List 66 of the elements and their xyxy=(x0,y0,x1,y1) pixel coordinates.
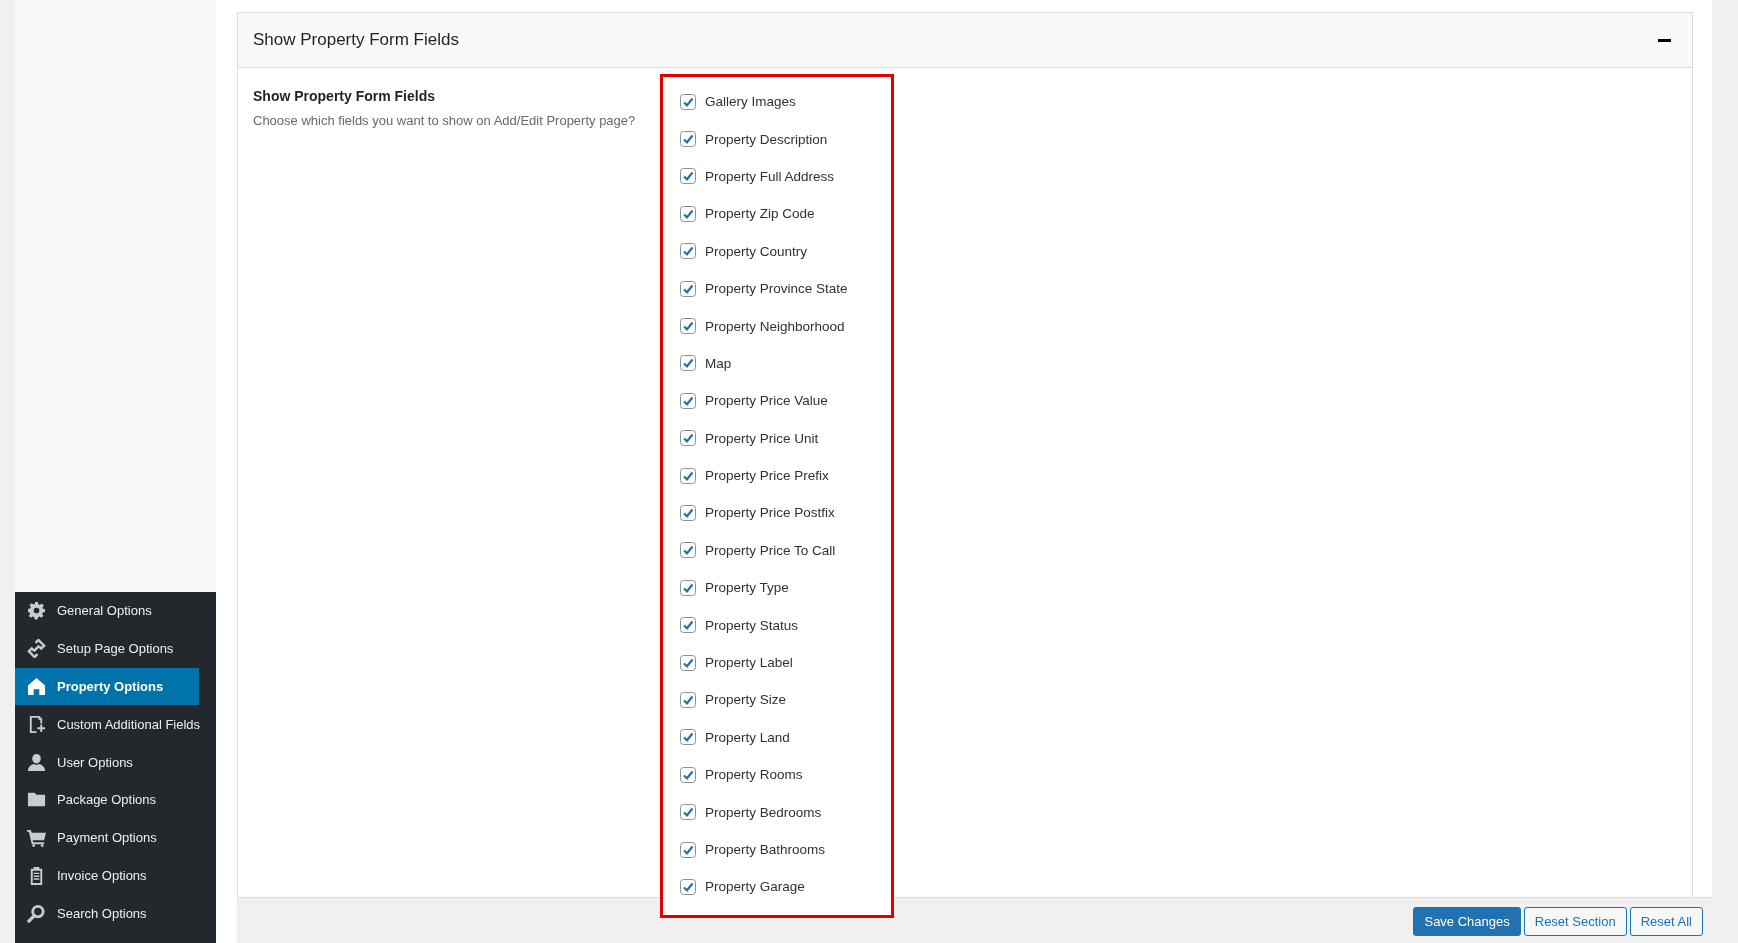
checkbox[interactable] xyxy=(680,168,696,185)
checkbox-label: Property Size xyxy=(705,692,787,708)
checkbox-label: Property Description xyxy=(705,131,828,147)
reset-button[interactable]: Reset Section xyxy=(1523,907,1627,936)
checkbox[interactable] xyxy=(680,430,696,447)
checkbox[interactable] xyxy=(680,467,696,484)
reset-button[interactable]: Reset All xyxy=(1629,907,1703,936)
checkbox-label: Property Status xyxy=(705,617,799,633)
sidebar-item[interactable]: Search Options xyxy=(15,894,199,933)
checkbox[interactable] xyxy=(680,766,696,783)
search-icon xyxy=(27,903,46,923)
checkbox-label: Property Bathrooms xyxy=(705,842,826,857)
link-icon xyxy=(27,639,46,659)
sidebar-item[interactable]: Payment Options xyxy=(15,818,199,857)
checkbox[interactable] xyxy=(680,804,696,821)
checkbox[interactable] xyxy=(680,205,696,222)
checkbox-label: Property Price To Call xyxy=(705,542,836,558)
checkbox[interactable] xyxy=(680,542,696,559)
checkbox-label: Property Bedrooms xyxy=(705,804,822,820)
checkbox-label: Property Neighborhood xyxy=(705,318,845,334)
checkbox-label: Gallery Images xyxy=(705,94,796,110)
sidebar-item[interactable]: General Options xyxy=(15,592,199,630)
checkbox[interactable] xyxy=(680,579,696,596)
checkbox-label: Property Price Unit xyxy=(705,430,819,446)
sidebar-item[interactable]: Property Options xyxy=(15,667,199,706)
checkbox[interactable] xyxy=(680,280,696,297)
checkbox[interactable] xyxy=(680,841,696,858)
checkbox-label: Property Type xyxy=(705,580,789,596)
panel-title: Show Property Form Fields xyxy=(253,30,459,50)
checkbox[interactable] xyxy=(680,243,696,260)
checkbox[interactable] xyxy=(680,691,696,708)
checkbox-label: Property Zip Code xyxy=(705,206,815,222)
checkbox-label: Property Garage xyxy=(705,879,805,895)
checkbox[interactable] xyxy=(680,392,696,409)
checkbox[interactable] xyxy=(680,355,696,372)
gear-icon xyxy=(27,601,46,621)
sidebar-item[interactable]: Custom Additional Fields xyxy=(15,705,205,744)
checkbox-label: Property Price Prefix xyxy=(705,468,829,484)
sidebar-item[interactable]: User Options xyxy=(15,743,199,781)
user-icon xyxy=(27,752,46,772)
cart-icon xyxy=(27,828,46,848)
add-page-icon xyxy=(27,714,46,734)
checkbox[interactable] xyxy=(680,878,696,895)
checkbox-label: Property Rooms xyxy=(705,767,803,783)
sidebar-item[interactable]: Package Options xyxy=(15,781,199,819)
checkbox-label: Property Land xyxy=(705,729,790,745)
checkbox-label: Property Country xyxy=(705,243,808,259)
checkbox[interactable] xyxy=(680,654,696,671)
checkbox-label: Property Label xyxy=(705,655,793,671)
sidebar-item[interactable]: Invoice Options xyxy=(15,856,199,895)
home-icon xyxy=(27,677,46,696)
checkbox-label: Property Full Address xyxy=(705,168,835,184)
checkbox-label: Property Province State xyxy=(705,281,848,297)
checkbox[interactable] xyxy=(680,131,696,148)
setting-description: Choose which fields you want to show on Add/Edit Property page? xyxy=(253,113,637,128)
checkbox-label: Property Price Postfix xyxy=(705,505,835,521)
checkbox[interactable] xyxy=(680,318,696,335)
checkbox[interactable] xyxy=(680,93,696,110)
checkbox[interactable] xyxy=(680,729,696,746)
checkbox[interactable] xyxy=(680,617,696,634)
checkbox[interactable] xyxy=(680,505,696,521)
setting-label: Show Property Form Fields xyxy=(253,88,437,104)
checkbox-label: Map xyxy=(705,355,732,371)
save-button[interactable]: Save Changes xyxy=(1413,907,1521,936)
sidebar-item[interactable]: Setup Page Options xyxy=(15,629,199,668)
checkbox-label: Property Price Value xyxy=(705,393,828,409)
